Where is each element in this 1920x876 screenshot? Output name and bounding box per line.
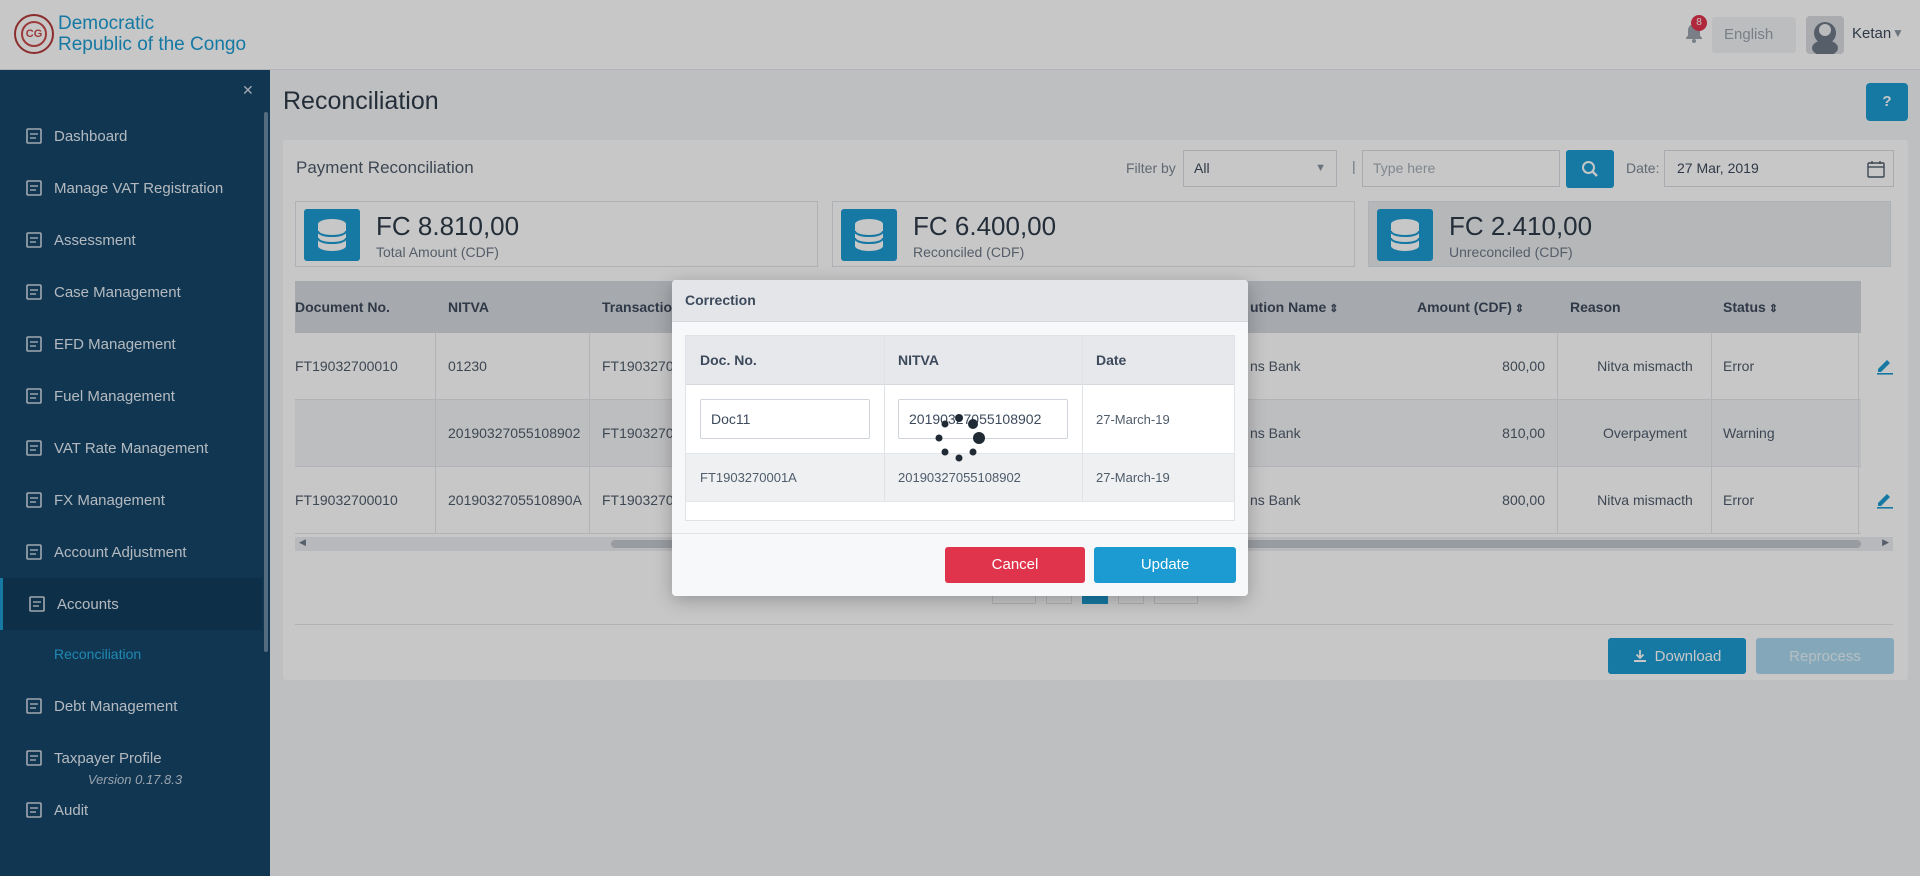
modal-title: Correction — [685, 292, 756, 308]
cancel-button[interactable]: Cancel — [945, 547, 1085, 583]
col-date: Date — [1096, 352, 1127, 368]
date-cell: 27-March-19 — [1096, 412, 1170, 427]
col-doc-no: Doc. No. — [700, 352, 757, 368]
date-cell: 27-March-19 — [1096, 470, 1170, 485]
col-nitva: NITVA — [898, 352, 939, 368]
modal-footer: Cancel Update — [672, 533, 1248, 596]
modal-header: Correction — [672, 280, 1248, 322]
doc-no-input[interactable]: Doc11 — [700, 399, 870, 439]
update-button[interactable]: Update — [1094, 547, 1236, 583]
divider — [884, 336, 885, 502]
doc-no-cell: FT1903270001A — [700, 470, 797, 485]
divider — [1082, 336, 1083, 502]
nitva-cell: 20190327055108902 — [898, 470, 1021, 485]
correction-table-header: Doc. No. NITVA Date — [686, 336, 1234, 385]
loading-spinner-icon — [935, 414, 985, 462]
